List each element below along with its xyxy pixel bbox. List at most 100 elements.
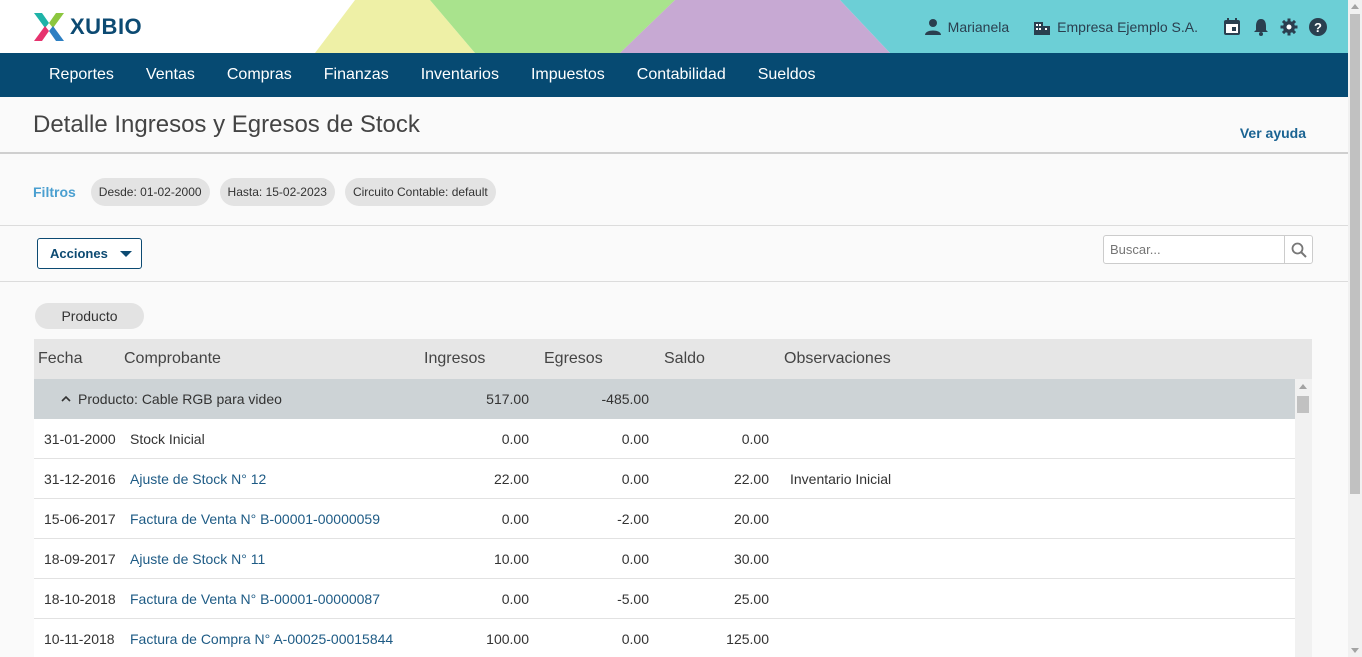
- table-row: 15-06-2017 Factura de Venta N° B-00001-0…: [34, 499, 1295, 539]
- cell-egresos: 0.00: [621, 551, 649, 567]
- cell-egresos: 0.00: [621, 471, 649, 487]
- caret-down-icon: [120, 251, 132, 257]
- user-menu[interactable]: Marianela: [924, 18, 1009, 36]
- search-icon: [1291, 242, 1307, 258]
- column-header-observaciones[interactable]: Observaciones: [784, 350, 891, 368]
- nav-item-inventarios[interactable]: Inventarios: [405, 66, 515, 84]
- cell-comprobante-link[interactable]: Factura de Venta N° B-00001-00000087: [130, 591, 380, 607]
- table-scrollbar[interactable]: [1295, 379, 1312, 657]
- filter-chip-key: Hasta:: [227, 185, 263, 199]
- filter-chip-key: Circuito Contable:: [352, 185, 449, 199]
- page-scrollbar[interactable]: [1348, 0, 1362, 657]
- nav-item-reportes[interactable]: Reportes: [33, 66, 130, 84]
- filter-chip-key: Desde:: [98, 185, 137, 199]
- group-row[interactable]: Producto: Cable RGB para video 517.00 -4…: [34, 379, 1295, 419]
- group-by-chip[interactable]: Producto: [35, 303, 144, 329]
- header-user-area: Marianela Empresa Ejemplo S.A. ?: [924, 0, 1348, 53]
- actions-dropdown[interactable]: Acciones: [37, 238, 142, 269]
- cell-saldo: 20.00: [733, 511, 769, 527]
- company-menu[interactable]: Empresa Ejemplo S.A.: [1033, 18, 1198, 36]
- group-ingresos: 517.00: [486, 391, 529, 407]
- filter-chip-circuito[interactable]: Circuito Contable: default: [344, 178, 496, 206]
- nav-item-sueldos[interactable]: Sueldos: [742, 66, 832, 84]
- cell-fecha: 31-01-2000: [44, 431, 116, 447]
- main-nav: Reportes Ventas Compras Finanzas Inventa…: [0, 53, 1348, 97]
- table-row: 10-11-2018 Factura de Compra N° A-00025-…: [34, 619, 1295, 657]
- column-header-egresos[interactable]: Egresos: [544, 350, 603, 368]
- filter-chip-hasta[interactable]: Hasta: 15-02-2023: [219, 178, 335, 206]
- filters-bar: Filtros Desde: 01-02-2000 Hasta: 15-02-2…: [33, 178, 506, 206]
- column-header-ingresos[interactable]: Ingresos: [424, 350, 485, 368]
- cell-comprobante: Stock Inicial: [130, 431, 205, 447]
- scroll-down-arrow-icon[interactable]: [1351, 648, 1359, 653]
- nav-item-contabilidad[interactable]: Contabilidad: [621, 66, 742, 84]
- search-input[interactable]: [1103, 235, 1285, 264]
- cell-ingresos: 0.00: [501, 591, 529, 607]
- xubio-logo[interactable]: XUBIO: [32, 11, 142, 43]
- scrollbar-thumb[interactable]: [1297, 396, 1309, 413]
- cell-comprobante-link[interactable]: Factura de Venta N° B-00001-00000059: [130, 511, 380, 527]
- help-link[interactable]: Ver ayuda: [1240, 125, 1306, 141]
- cell-saldo: 25.00: [733, 591, 769, 607]
- cell-egresos: -5.00: [617, 591, 649, 607]
- search-button[interactable]: [1284, 235, 1313, 264]
- user-icon: [924, 18, 941, 35]
- cell-comprobante-link[interactable]: Factura de Compra N° A-00025-00015844: [130, 631, 393, 647]
- table-row: 31-01-2000 Stock Inicial 0.00 0.00 0.00: [34, 419, 1295, 459]
- table-row: 18-09-2017 Ajuste de Stock N° 11 10.00 0…: [34, 539, 1295, 579]
- group-egresos: -485.00: [601, 391, 649, 407]
- page: XUBIO Marianela Empresa Ejemplo S.A. ? R…: [0, 0, 1362, 657]
- divider: [0, 225, 1348, 226]
- bell-icon[interactable]: [1252, 17, 1270, 37]
- cell-fecha: 31-12-2016: [44, 471, 116, 487]
- cell-fecha: 18-10-2018: [44, 591, 116, 607]
- table-row: 18-10-2018 Factura de Venta N° B-00001-0…: [34, 579, 1295, 619]
- scroll-up-arrow-icon[interactable]: [1351, 4, 1359, 9]
- scrollbar-thumb[interactable]: [1350, 14, 1360, 494]
- chevron-up-icon[interactable]: [61, 395, 71, 402]
- filter-chip-value: 01-02-2000: [140, 185, 202, 199]
- cell-egresos: 0.00: [621, 631, 649, 647]
- divider: [0, 281, 1348, 282]
- column-header-saldo[interactable]: Saldo: [664, 350, 705, 368]
- company-name: Empresa Ejemplo S.A.: [1057, 18, 1198, 35]
- column-header-comprobante[interactable]: Comprobante: [124, 350, 221, 368]
- cell-comprobante-link[interactable]: Ajuste de Stock N° 12: [130, 471, 266, 487]
- filters-label[interactable]: Filtros: [33, 184, 76, 200]
- nav-item-compras[interactable]: Compras: [211, 66, 308, 84]
- cell-fecha: 10-11-2018: [44, 631, 115, 647]
- xubio-logo-icon: [34, 13, 64, 41]
- page-title: Detalle Ingresos y Egresos de Stock: [33, 111, 420, 138]
- column-header-fecha[interactable]: Fecha: [38, 350, 82, 368]
- gear-icon[interactable]: [1280, 18, 1298, 36]
- cell-ingresos: 0.00: [501, 511, 529, 527]
- cell-comprobante-link[interactable]: Ajuste de Stock N° 11: [130, 551, 265, 567]
- cell-saldo: 125.00: [726, 631, 769, 647]
- group-label: Producto: Cable RGB para video: [78, 391, 282, 407]
- filter-chip-desde[interactable]: Desde: 01-02-2000: [90, 178, 210, 206]
- help-icon[interactable]: ?: [1308, 17, 1328, 37]
- actions-label: Acciones: [50, 246, 108, 261]
- table-header: Fecha Comprobante Ingresos Egresos Saldo…: [34, 339, 1312, 379]
- cell-ingresos: 10.00: [493, 551, 529, 567]
- nav-item-ventas[interactable]: Ventas: [130, 66, 211, 84]
- calendar-icon[interactable]: [1222, 17, 1242, 37]
- cell-saldo: 0.00: [741, 431, 769, 447]
- table-row: 31-12-2016 Ajuste de Stock N° 12 22.00 0…: [34, 459, 1295, 499]
- cell-ingresos: 100.00: [486, 631, 529, 647]
- top-header: XUBIO Marianela Empresa Ejemplo S.A. ?: [0, 0, 1348, 53]
- cell-egresos: -2.00: [617, 511, 649, 527]
- cell-fecha: 18-09-2017: [44, 551, 116, 567]
- filter-chip-value: default: [451, 185, 488, 199]
- svg-text:?: ?: [1314, 20, 1322, 35]
- scroll-up-arrow-icon[interactable]: [1299, 384, 1307, 389]
- cell-ingresos: 0.00: [501, 431, 529, 447]
- nav-item-finanzas[interactable]: Finanzas: [308, 66, 405, 84]
- brand-name: XUBIO: [70, 14, 143, 39]
- user-name: Marianela: [947, 18, 1010, 35]
- filter-chip-value: 15-02-2023: [265, 185, 327, 199]
- nav-item-impuestos[interactable]: Impuestos: [515, 66, 621, 84]
- building-icon: [1034, 21, 1051, 35]
- cell-egresos: 0.00: [621, 431, 649, 447]
- cell-saldo: 22.00: [733, 471, 769, 487]
